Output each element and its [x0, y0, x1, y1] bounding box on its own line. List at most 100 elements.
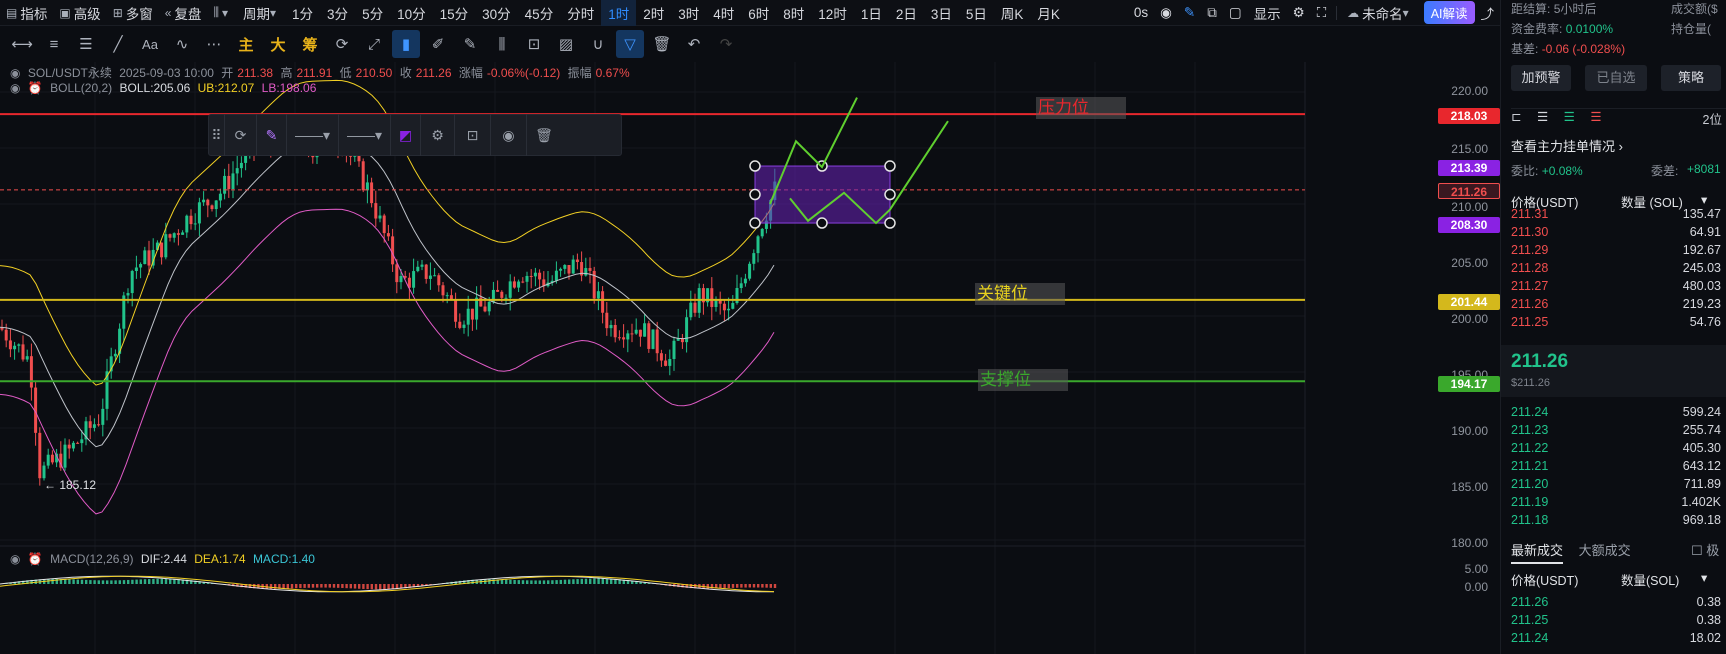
- fib-lines-icon[interactable]: ☰: [72, 30, 100, 58]
- lock-icon[interactable]: ⊡: [455, 114, 491, 156]
- indicator-button[interactable]: ▤ 指标: [0, 0, 53, 26]
- timeframe-11[interactable]: 4时: [706, 0, 741, 26]
- timeframe-20[interactable]: 月K: [1030, 0, 1067, 26]
- bid-row[interactable]: 211.22 405.30: [1511, 438, 1721, 458]
- orderbook-both-icon[interactable]: ⊏: [1511, 110, 1521, 124]
- depth-digits-dropdown[interactable]: 2位: [1703, 109, 1722, 128]
- fullscreen-icon[interactable]: ⛶: [1311, 0, 1332, 26]
- bid-row[interactable]: 211.21 643.12: [1511, 456, 1721, 476]
- main-indicator-button[interactable]: 主: [232, 30, 260, 58]
- magnet-icon[interactable]: ∪: [584, 30, 612, 58]
- bookmark-icon[interactable]: ▮: [392, 30, 420, 58]
- timeframe-0[interactable]: 1分: [285, 0, 320, 26]
- timeframe-10[interactable]: 3时: [671, 0, 706, 26]
- timeframe-5[interactable]: 30分: [475, 0, 518, 26]
- orderbook-list-icon[interactable]: ☰: [1590, 110, 1601, 124]
- refresh-icon[interactable]: ⟳: [328, 30, 356, 58]
- filter-icon[interactable]: ▽: [616, 30, 644, 58]
- ask-row[interactable]: 211.25 54.76: [1511, 312, 1721, 332]
- timeframe-6[interactable]: 45分: [518, 0, 561, 26]
- strategy-button[interactable]: 策略: [1661, 65, 1721, 91]
- extreme-checkbox[interactable]: ☐ 极: [1691, 540, 1719, 559]
- watchlist-button[interactable]: 已自选: [1585, 65, 1647, 91]
- eye-icon[interactable]: ◉: [491, 114, 527, 156]
- redo-icon[interactable]: ↷: [712, 30, 740, 58]
- lock-icon[interactable]: ⊡: [520, 30, 548, 58]
- orderbook-bids-icon[interactable]: ☰: [1564, 110, 1575, 124]
- display-button[interactable]: 显示: [1248, 0, 1287, 26]
- bid-row[interactable]: 211.19 1.402K: [1511, 492, 1721, 512]
- pen-icon[interactable]: ✎: [1178, 0, 1201, 26]
- tab-latest-trades[interactable]: 最新成交: [1511, 543, 1564, 564]
- timeframe-1[interactable]: 3分: [320, 0, 355, 26]
- line-style-dropdown[interactable]: ——▾: [287, 114, 339, 156]
- popout-icon[interactable]: ⧉: [1201, 0, 1223, 26]
- trade-row[interactable]: 211.26 0.38: [1511, 592, 1721, 612]
- advanced-button[interactable]: ▣ 高级: [53, 0, 106, 26]
- orderbook-asks-icon[interactable]: ☰: [1537, 110, 1548, 124]
- period-dropdown[interactable]: 周期 ▾: [237, 0, 285, 26]
- chips-button[interactable]: 筹: [296, 30, 324, 58]
- timeframe-14[interactable]: 12时: [811, 0, 854, 26]
- timeframe-12[interactable]: 6时: [741, 0, 776, 26]
- ask-row[interactable]: 211.27 480.03: [1511, 276, 1721, 296]
- bid-row[interactable]: 211.23 255.74: [1511, 420, 1721, 440]
- line-width-dropdown[interactable]: ——▾: [339, 114, 391, 156]
- fill-color-icon[interactable]: ◩: [391, 114, 421, 156]
- share-icon[interactable]: ⤴: [1475, 0, 1501, 26]
- timeframe-8[interactable]: 1时: [601, 0, 637, 26]
- ask-row[interactable]: 211.30 64.91: [1511, 222, 1721, 242]
- timeframe-2[interactable]: 5分: [355, 0, 390, 26]
- parallel-lines-icon[interactable]: ≡: [40, 30, 68, 58]
- layout-icon[interactable]: ▢: [1223, 0, 1248, 26]
- settings-gear-icon[interactable]: ⚙: [1287, 0, 1311, 26]
- trade-row[interactable]: 211.25 0.38: [1511, 610, 1721, 630]
- bid-row[interactable]: 211.18 969.18: [1511, 510, 1721, 530]
- ask-row[interactable]: 211.29 192.67: [1511, 240, 1721, 260]
- ask-row[interactable]: 211.31 135.47: [1511, 204, 1721, 224]
- text-tool-icon[interactable]: Aa: [136, 30, 164, 58]
- timeframe-17[interactable]: 3日: [924, 0, 959, 26]
- trend-line-icon[interactable]: ╱: [104, 30, 132, 58]
- key-tag[interactable]: 关键位: [975, 283, 1065, 305]
- settings-gear-icon[interactable]: ⚙: [421, 114, 455, 156]
- drag-handle-icon[interactable]: ⠿: [209, 114, 225, 156]
- price-chart[interactable]: ◉ SOL/USDT永续 2025-09-03 10:00 开 211.38 高2…: [0, 62, 1500, 654]
- bid-row[interactable]: 211.20 711.89: [1511, 474, 1721, 494]
- ai-analysis-button[interactable]: AI解读: [1423, 1, 1475, 24]
- ask-row[interactable]: 211.28 245.03: [1511, 258, 1721, 278]
- add-alert-button[interactable]: 加预警: [1511, 65, 1571, 91]
- tab-big-trades[interactable]: 大额成交: [1579, 543, 1631, 558]
- chevron-down-icon[interactable]: ▾: [1701, 570, 1707, 585]
- multiwindow-button[interactable]: ⊞ 多窗: [107, 0, 159, 26]
- ruler-icon[interactable]: ✐: [424, 30, 452, 58]
- undo-icon[interactable]: ↶: [680, 30, 708, 58]
- template-icon[interactable]: ⟳: [225, 114, 257, 156]
- wave-tool-icon[interactable]: ∿: [168, 30, 196, 58]
- timeframe-19[interactable]: 周K: [994, 0, 1031, 26]
- cloud-save-dropdown[interactable]: ☁ 未命名 ▾: [1341, 0, 1418, 26]
- orderbook-link[interactable]: 查看主力挂单情况 ›: [1511, 136, 1726, 155]
- brush-icon[interactable]: ✎: [456, 30, 484, 58]
- timeframe-9[interactable]: 2时: [636, 0, 671, 26]
- timeframe-15[interactable]: 1日: [854, 0, 889, 26]
- replay-button[interactable]: «复盘: [159, 0, 208, 26]
- measure-icon[interactable]: ⤢: [360, 30, 388, 58]
- candle-compare-icon[interactable]: ⫼: [488, 30, 516, 58]
- timeframe-7[interactable]: 分时: [560, 0, 601, 26]
- horizontal-line-icon[interactable]: ⟷: [8, 30, 36, 58]
- chart-type-button[interactable]: ⫼ ▾: [207, 0, 237, 26]
- more-tools-icon[interactable]: ⋯: [200, 30, 228, 58]
- timeframe-18[interactable]: 5日: [959, 0, 994, 26]
- image-icon[interactable]: ▨: [552, 30, 580, 58]
- resistance-tag[interactable]: 压力位: [1036, 97, 1126, 119]
- timeframe-4[interactable]: 15分: [433, 0, 476, 26]
- trash-icon[interactable]: 🗑: [527, 114, 561, 156]
- trade-row[interactable]: 211.24 18.02: [1511, 628, 1721, 648]
- timeframe-3[interactable]: 10分: [390, 0, 433, 26]
- big-order-button[interactable]: 大: [264, 30, 292, 58]
- timeframe-16[interactable]: 2日: [889, 0, 924, 26]
- trash-icon[interactable]: 🗑: [648, 30, 676, 58]
- line-color-icon[interactable]: ✎: [257, 114, 287, 156]
- camera-icon[interactable]: ◉: [1154, 0, 1178, 26]
